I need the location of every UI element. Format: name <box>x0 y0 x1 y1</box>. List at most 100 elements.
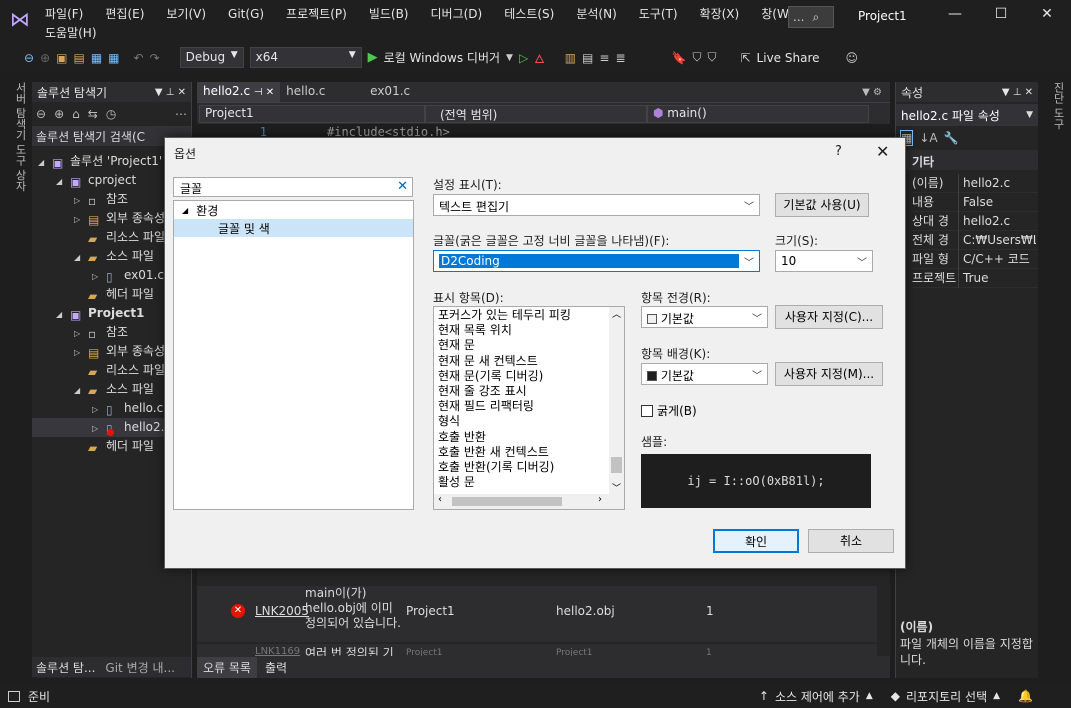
folder-icon[interactable]: ▥ <box>565 51 576 65</box>
bookmark-next-icon[interactable]: ⛉ <box>707 50 716 65</box>
member-combo[interactable]: ⬢ main() <box>647 104 869 123</box>
property-row[interactable]: 상대 경 hello2.c <box>912 212 1038 231</box>
add-source-control-button[interactable]: 소스 제어에 추가 <box>775 688 860 705</box>
display-item[interactable]: 활성 문 <box>434 475 610 490</box>
run-debugger-button[interactable]: 로컬 Windows 디버거 <box>384 49 500 66</box>
tree-node-environment[interactable]: ◢ 환경 <box>174 201 413 219</box>
expander-icon[interactable]: ◢ <box>74 381 84 400</box>
property-row[interactable]: 프로젝트 True <box>912 269 1038 288</box>
horizontal-scrollbar[interactable]: ‹ › <box>434 494 624 509</box>
display-item[interactable]: 현재 문(기록 디버깅) <box>434 369 610 384</box>
size-combo[interactable]: 10 ﹀ <box>775 250 873 272</box>
use-defaults-button[interactable]: 기본값 사용(U) <box>775 193 869 217</box>
chevron-down-icon[interactable]: ﹀ <box>612 481 621 494</box>
tab-error-list[interactable]: 오류 목록 <box>197 656 257 678</box>
notifications-icon[interactable]: 🔔 <box>1018 689 1033 703</box>
expander-icon[interactable]: ◢ <box>38 153 48 172</box>
select-repository-button[interactable]: 리포지토리 선택 <box>906 688 987 705</box>
cancel-button[interactable]: 취소 <box>808 529 894 553</box>
vertical-scrollbar[interactable]: ︿ ﹀ <box>609 307 624 495</box>
back-icon[interactable]: ⊖ <box>36 107 46 121</box>
pane-menu-icon[interactable]: ▼ ⊥ ✕ <box>1002 87 1033 98</box>
expander-icon[interactable]: ▷ <box>74 191 84 210</box>
open-icon[interactable]: ▤ <box>73 51 84 65</box>
help-button[interactable]: ? <box>835 144 842 159</box>
chevron-left-icon[interactable]: ‹ <box>438 494 442 505</box>
display-item[interactable]: 현재 줄 강조 표시 <box>434 384 610 399</box>
expander-icon[interactable]: ◢ <box>56 172 66 191</box>
tab-output[interactable]: 출력 <box>261 657 291 678</box>
menu-help[interactable]: 도움말(H) <box>45 24 97 41</box>
more-icon[interactable]: ⋯ <box>175 107 187 121</box>
home-icon[interactable]: ⌂ <box>72 107 80 121</box>
right-tool-strip[interactable]: 진단 도구 <box>1046 82 1066 130</box>
property-row[interactable]: 내용 False <box>912 193 1038 212</box>
expander-icon[interactable]: ◢ <box>56 305 66 324</box>
display-item[interactable]: 호출 반환(기록 디버깅) <box>434 460 610 475</box>
platform-combo[interactable]: x64 ▼ <box>249 47 362 68</box>
tree-node-fonts-colors[interactable]: 글꼴 및 색 <box>174 219 413 237</box>
expander-icon[interactable]: ◢ <box>74 248 84 267</box>
pane-menu-icon[interactable]: ▼ ⊥ ✕ <box>155 87 186 98</box>
forward-icon[interactable]: ⊕ <box>40 51 50 65</box>
menu-edit[interactable]: 편집(E) <box>105 5 144 22</box>
ok-button[interactable]: 확인 <box>713 529 799 553</box>
display-item[interactable]: 형식 <box>434 414 610 429</box>
menu-git[interactable]: Git(G) <box>228 7 264 21</box>
feedback-icon[interactable]: ☺ <box>846 51 859 65</box>
item-foreground-combo[interactable]: 기본값 ﹀ <box>641 306 768 328</box>
expander-icon[interactable]: ▷ <box>74 324 84 343</box>
display-item[interactable]: 호출 반환 <box>434 430 610 445</box>
menu-test[interactable]: 테스트(S) <box>504 5 554 22</box>
forward-icon[interactable]: ⊕ <box>54 107 64 121</box>
save-all-icon[interactable]: ▦ <box>108 51 119 65</box>
tab-hello2-c[interactable]: hello2.c ⊣ ✕ <box>197 82 281 102</box>
properties-object-combo[interactable]: hello2.c 파일 속성 ▼ <box>896 104 1038 126</box>
scope-combo[interactable]: (전역 범위) <box>425 104 647 123</box>
display-item[interactable]: 포커스가 있는 테두리 피킹 <box>434 308 610 323</box>
expander-icon[interactable]: ▷ <box>92 400 102 419</box>
chevron-right-icon[interactable]: › <box>598 494 602 505</box>
bookmark-icon[interactable]: 🔖 <box>672 51 687 65</box>
search-box[interactable]: ... ⌕ <box>788 6 834 28</box>
pending-changes-icon[interactable]: ◷ <box>106 107 116 121</box>
checkbox-box[interactable] <box>641 404 653 417</box>
menu-analyze[interactable]: 분석(N) <box>576 5 616 22</box>
display-items-list[interactable]: 포커스가 있는 테두리 피킹 현재 목록 위치 현재 문 현재 문 새 컨텍스트 현재 … <box>433 306 625 510</box>
back-icon[interactable]: ⊖ <box>24 51 34 65</box>
uncomment-icon[interactable]: ≣ <box>615 51 625 65</box>
collapse-icon[interactable]: ◢ <box>182 206 188 215</box>
item-background-combo[interactable]: 기본값 ﹀ <box>641 363 768 385</box>
expander-icon[interactable]: ▷ <box>74 343 84 362</box>
display-item[interactable]: 현재 문 <box>434 338 610 353</box>
display-item[interactable]: 현재 문 새 컨텍스트 <box>434 354 610 369</box>
show-settings-combo[interactable]: 텍스트 편집기 ﹀ <box>433 194 760 216</box>
menu-tools[interactable]: 도구(T) <box>639 5 678 22</box>
property-row[interactable]: 파일 형 C/C++ 코드 <box>912 250 1038 269</box>
tab-ex01-c[interactable]: ex01.c <box>364 82 416 102</box>
redo-icon[interactable]: ↷ <box>150 51 160 65</box>
start-debug-icon[interactable]: ▶ <box>368 50 378 65</box>
error-row[interactable]: ✕ LNK2005 main이(가) hello.obj에 이미 정의되어 있습… <box>197 586 877 642</box>
menu-project[interactable]: 프로젝트(P) <box>286 5 347 22</box>
dialog-close-icon[interactable]: ✕ <box>876 142 889 161</box>
start-without-debug-icon[interactable]: ▷ <box>519 51 528 65</box>
close-icon[interactable]: ✕ <box>1032 6 1062 28</box>
menu-debug[interactable]: 디버그(D) <box>431 5 483 22</box>
scrollbar-thumb[interactable] <box>452 497 562 506</box>
configuration-combo[interactable]: Debug ▼ <box>179 47 244 68</box>
expander-icon[interactable]: ▷ <box>92 267 102 286</box>
save-icon[interactable]: ▦ <box>91 51 102 65</box>
display-item[interactable]: 호출 반환 새 컨텍스트 <box>434 445 610 460</box>
maximize-icon[interactable]: ☐ <box>986 6 1016 28</box>
tab-solution-explorer[interactable]: 솔루션 탐... <box>36 659 95 676</box>
clear-search-icon[interactable]: ✕ <box>397 179 408 194</box>
bold-checkbox[interactable]: 굵게(B) <box>641 402 697 419</box>
custom-background-button[interactable]: 사용자 지정(M)... <box>775 362 883 386</box>
switch-view-icon[interactable]: ⇆ <box>88 107 98 121</box>
options-search-input[interactable]: 글꼴 ✕ <box>173 177 413 197</box>
comment-icon[interactable]: ≡ <box>599 51 609 65</box>
property-row[interactable]: (이름) hello2.c <box>912 174 1038 193</box>
tab-settings-icon[interactable]: ▼ ⚙ <box>862 87 882 98</box>
tools-icon[interactable]: ▤ <box>582 51 593 65</box>
